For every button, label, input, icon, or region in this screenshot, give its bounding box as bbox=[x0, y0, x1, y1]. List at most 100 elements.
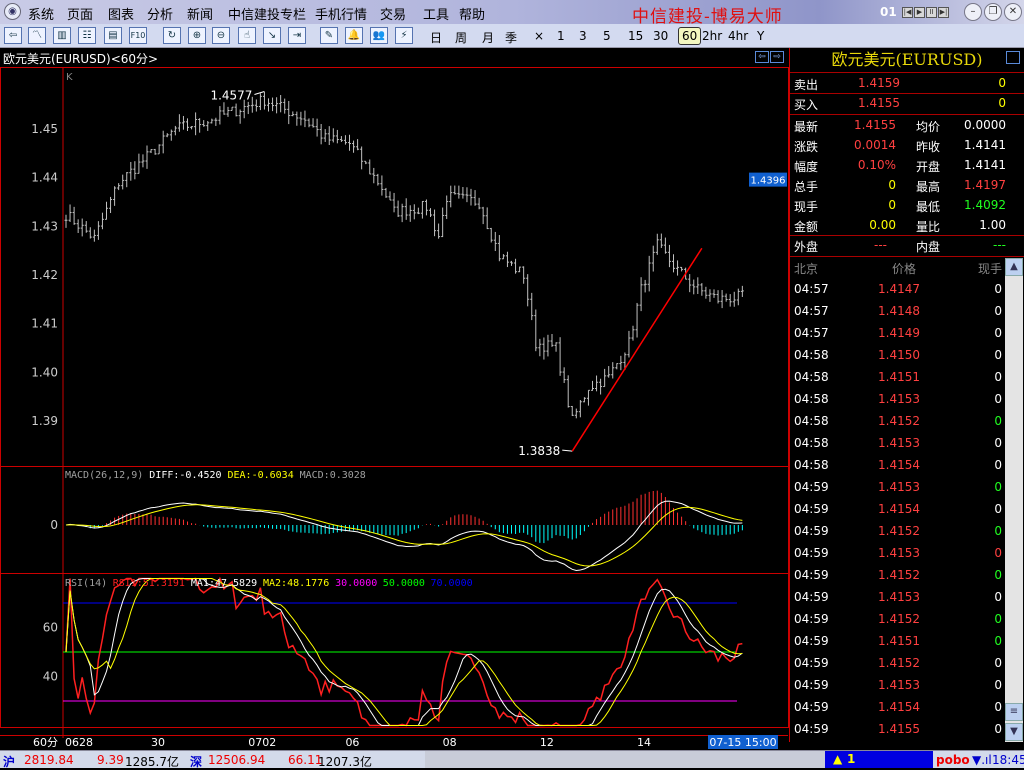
menu-item-9[interactable]: 帮助 bbox=[459, 4, 485, 23]
rsi-legend-item: MA1:47.5829 bbox=[191, 578, 257, 589]
tick-time: 04:57 bbox=[794, 304, 829, 318]
period-5[interactable]: 1 bbox=[557, 29, 565, 43]
tick-time: 04:59 bbox=[794, 700, 829, 714]
stat-label: 最高 bbox=[916, 180, 941, 194]
scroll-right-icon[interactable]: ⇨ bbox=[770, 51, 784, 63]
period-10[interactable]: 60 bbox=[678, 27, 702, 45]
f10-icon[interactable]: F10 bbox=[129, 27, 147, 44]
menu-item-3[interactable]: 分析 bbox=[147, 4, 173, 23]
news-icon[interactable]: ▤ bbox=[104, 27, 122, 44]
period-2[interactable]: 月 bbox=[482, 29, 494, 46]
maximize-icon[interactable] bbox=[1006, 51, 1020, 64]
tick-row: 04:59 1.4151 0 bbox=[790, 631, 1006, 653]
period-3[interactable]: 季 bbox=[505, 29, 517, 46]
menu-item-1[interactable]: 页面 bbox=[67, 4, 93, 23]
refresh-icon[interactable]: ↻ bbox=[163, 27, 181, 44]
sell-price: 1.4159 bbox=[858, 76, 900, 90]
flash-icon[interactable]: ⚡ bbox=[395, 27, 413, 44]
period-8[interactable]: 15 bbox=[628, 29, 643, 43]
restore-button[interactable]: ❐ bbox=[984, 3, 1002, 21]
sz-index[interactable]: 12506.94 bbox=[208, 753, 265, 767]
tick-row: 04:59 1.4152 0 bbox=[790, 521, 1006, 543]
line-chart-icon[interactable]: 〽 bbox=[28, 27, 46, 44]
period-4[interactable]: × bbox=[534, 29, 544, 43]
stat-row: 现手 0 最低 1.4092 bbox=[790, 195, 1006, 216]
scroll-up-button[interactable]: ▲ bbox=[1005, 258, 1023, 276]
high-label: 1.4577 bbox=[210, 89, 252, 103]
sh-label: 沪 bbox=[3, 755, 16, 769]
back-icon[interactable]: ⇦ bbox=[4, 27, 22, 44]
draw-icon[interactable]: ✎ bbox=[320, 27, 338, 44]
pause-icon[interactable]: II bbox=[926, 7, 937, 18]
menu-item-4[interactable]: 新闻 bbox=[187, 4, 213, 23]
tick-row: 04:59 1.4152 0 bbox=[790, 565, 1006, 587]
header-price: 价格 bbox=[892, 262, 917, 276]
tick-price: 1.4149 bbox=[878, 326, 920, 340]
period-13[interactable]: Y bbox=[757, 29, 764, 43]
ticks-scrollbar[interactable]: ▲ ≡ ▼ bbox=[1005, 258, 1023, 742]
period-6[interactable]: 3 bbox=[579, 29, 587, 43]
tick-time: 04:59 bbox=[794, 590, 829, 604]
scroll-left-icon[interactable]: ⇦ bbox=[755, 51, 769, 63]
play-icon[interactable]: ▶ bbox=[914, 7, 925, 18]
sh-index[interactable]: 2819.84 bbox=[24, 753, 74, 767]
stat-label: 幅度 bbox=[794, 160, 819, 174]
sz-label: 深 bbox=[190, 755, 203, 769]
rsi-legend-item: 30.0000 bbox=[335, 578, 377, 589]
y-tick-label: 1.39 bbox=[31, 414, 58, 428]
pointer-icon[interactable]: ☝ bbox=[238, 27, 256, 44]
menu-item-6[interactable]: 手机行情 bbox=[315, 4, 367, 23]
app-logo-icon[interactable]: ◉ bbox=[4, 3, 21, 20]
tick-volume: 0 bbox=[994, 590, 1002, 604]
k-label: K bbox=[66, 72, 73, 83]
period-9[interactable]: 30 bbox=[653, 29, 668, 43]
rsi-legend-item: RSI1:51.3191 bbox=[113, 578, 185, 589]
ticks-header: 北京 价格 现手 bbox=[790, 257, 1006, 278]
stat-value: 1.00 bbox=[979, 218, 1006, 232]
candle-chart-icon[interactable]: ▥ bbox=[53, 27, 71, 44]
tick-time: 04:58 bbox=[794, 458, 829, 472]
minimize-button[interactable]: – bbox=[964, 3, 982, 21]
period-label: 60分 bbox=[33, 736, 58, 749]
period-0[interactable]: 日 bbox=[430, 29, 442, 46]
scroll-thumb[interactable]: ≡ bbox=[1005, 703, 1023, 721]
rsi-tick-label: 60 bbox=[43, 621, 58, 635]
users-icon[interactable]: 👥 bbox=[370, 27, 388, 44]
alert-box[interactable]: ▲ 1 bbox=[825, 751, 933, 768]
menu-item-2[interactable]: 图表 bbox=[108, 4, 134, 23]
indicator-icon[interactable]: ⇥ bbox=[288, 27, 306, 44]
stat-label: 现手 bbox=[794, 200, 819, 214]
zoom-out-icon[interactable]: ⊖ bbox=[212, 27, 230, 44]
tick-row: 04:59 1.4152 0 bbox=[790, 609, 1006, 631]
export-icon[interactable]: ↘ bbox=[263, 27, 281, 44]
menu-item-7[interactable]: 交易 bbox=[380, 4, 406, 23]
menu-item-0[interactable]: 系统 bbox=[28, 4, 54, 23]
first-page-icon[interactable]: |◀ bbox=[902, 7, 913, 18]
scroll-down-button[interactable]: ▼ bbox=[1005, 723, 1023, 741]
tick-volume: 0 bbox=[994, 502, 1002, 516]
menu-item-5[interactable]: 中信建投专栏 bbox=[228, 4, 306, 23]
chart-area[interactable]: K 1.45 1.44 1.43 1.42 1.41 1.40 1.39 1.4577 1.383… bbox=[0, 48, 789, 750]
menu-item-8[interactable]: 工具 bbox=[423, 4, 449, 23]
period-12[interactable]: 4hr bbox=[728, 29, 748, 43]
close-button[interactable]: ✕ bbox=[1004, 3, 1022, 21]
stat-label: 涨跌 bbox=[794, 140, 819, 154]
stat-value: 0.0014 bbox=[854, 138, 896, 152]
x-tick-label: 12 bbox=[540, 736, 554, 749]
quote-list-icon[interactable]: ☷ bbox=[78, 27, 96, 44]
period-7[interactable]: 5 bbox=[603, 29, 611, 43]
tick-row: 04:59 1.4153 0 bbox=[790, 675, 1006, 697]
period-1[interactable]: 周 bbox=[455, 29, 467, 46]
tick-volume: 0 bbox=[994, 326, 1002, 340]
stat-row: 幅度 0.10% 开盘 1.4141 bbox=[790, 155, 1006, 176]
tick-volume: 0 bbox=[994, 568, 1002, 582]
period-11[interactable]: 2hr bbox=[702, 29, 722, 43]
alert-bell-icon[interactable]: 🔔 bbox=[345, 27, 363, 44]
last-page-icon[interactable]: ▶| bbox=[938, 7, 949, 18]
tick-row: 04:59 1.4154 0 bbox=[790, 697, 1006, 719]
x-tick-label: 14 bbox=[637, 736, 651, 749]
low-marker bbox=[562, 449, 573, 452]
stat-value: 1.4197 bbox=[964, 178, 1006, 192]
zoom-in-icon[interactable]: ⊕ bbox=[188, 27, 206, 44]
toolbar: ⇦ 〽 ▥ ☷ ▤ F10 ↻ ⊕ ⊖ ☝ ↘ ⇥ ✎ 🔔 👥 ⚡ 日周月季 × 1 3 5 15 30 60 2hr 4hr Y bbox=[0, 24, 1024, 48]
